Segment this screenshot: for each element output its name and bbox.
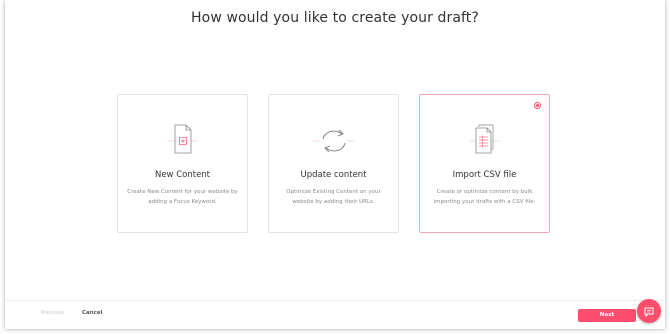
chat-button[interactable] <box>637 299 661 323</box>
previous-button[interactable]: Previous <box>41 310 64 316</box>
option-title: Update content <box>300 170 367 180</box>
option-description: Create or optimize content by bulk impor… <box>433 189 536 205</box>
footer-bar: Previous Cancel Next <box>5 300 665 329</box>
new-document-icon <box>118 119 247 159</box>
radio-dot <box>536 104 539 107</box>
option-description: Create New Content for your website by a… <box>127 189 238 205</box>
refresh-icon <box>269 119 398 159</box>
selected-radio-indicator[interactable] <box>534 102 541 109</box>
option-title: New Content <box>154 170 211 180</box>
csv-document-icon <box>420 119 549 159</box>
option-update-content[interactable]: Update content Optimize Existing Content… <box>268 94 399 233</box>
page-title: How would you like to create your draft? <box>191 10 479 26</box>
option-title: Import CSV file <box>452 170 517 180</box>
next-button[interactable]: Next <box>578 309 636 322</box>
option-new-content[interactable]: New Content Create New Content for your … <box>117 94 248 233</box>
chat-icon <box>643 305 655 318</box>
cancel-button[interactable]: Cancel <box>82 310 103 316</box>
option-description: Optimize Existing Content on your websit… <box>286 189 381 205</box>
option-import-csv[interactable]: Import CSV file Create or optimize conte… <box>419 94 550 233</box>
